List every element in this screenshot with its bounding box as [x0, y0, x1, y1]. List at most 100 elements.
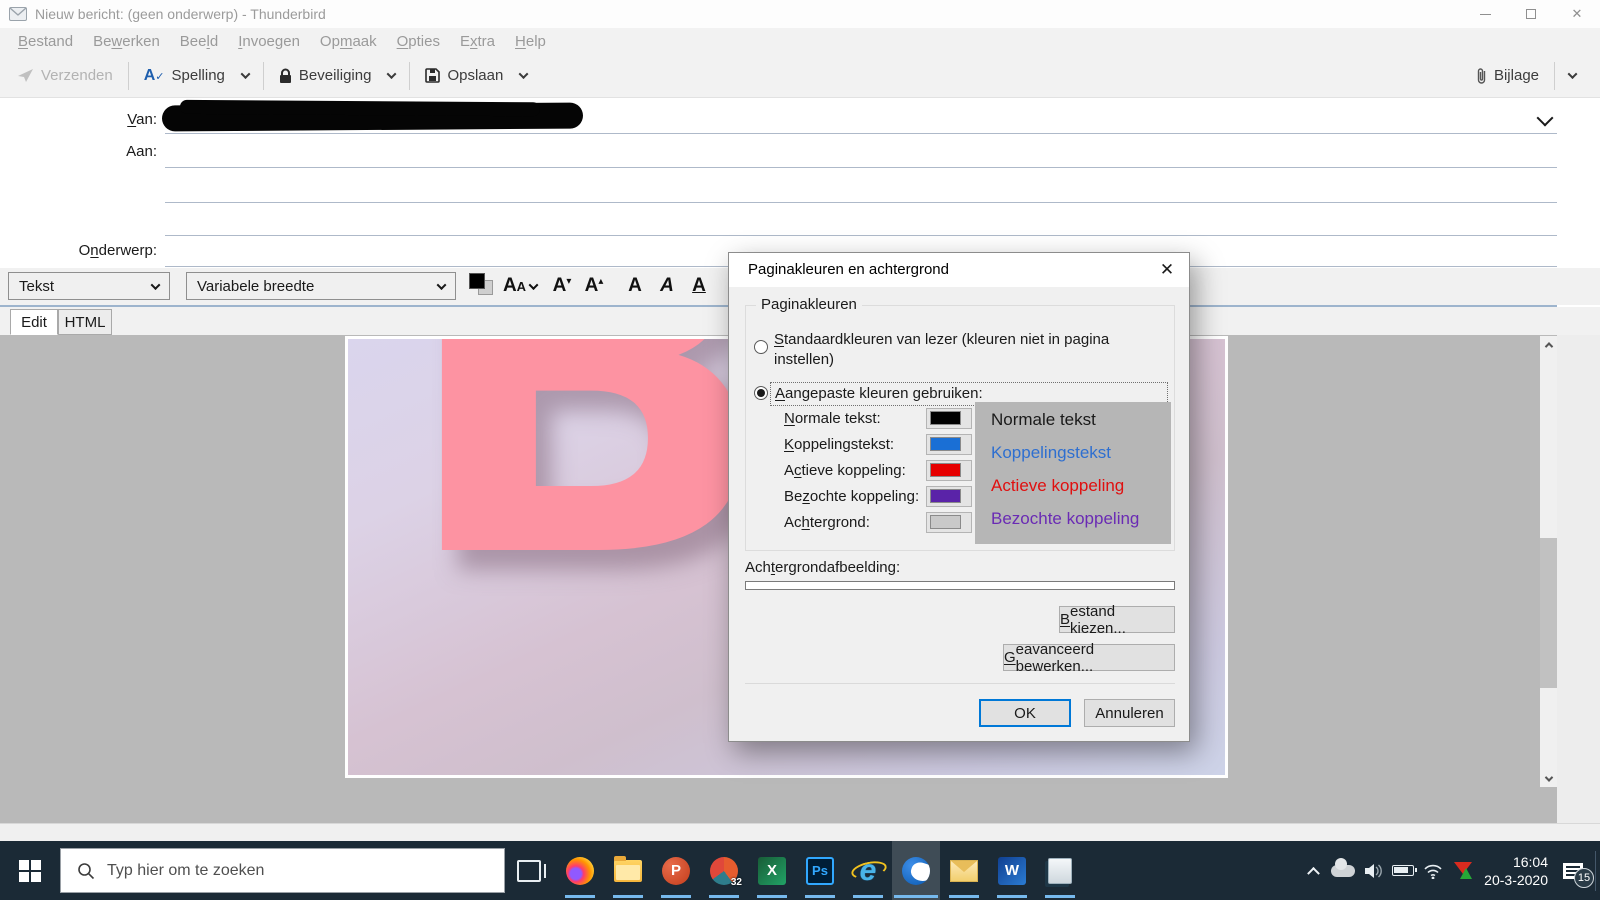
save-dropdown[interactable]: [512, 66, 535, 85]
radio-default-colors-label[interactable]: Standaardkleuren van lezer (kleuren niet…: [774, 330, 1119, 370]
radio-default-colors[interactable]: [754, 340, 768, 354]
chevron-down-icon: [529, 280, 539, 290]
menu-invoegen[interactable]: Invoegen: [228, 31, 310, 52]
visited-link-label: Bezochte koppeling:: [784, 488, 919, 505]
background-color-button[interactable]: [926, 512, 972, 533]
recipient-field[interactable]: [165, 235, 1557, 236]
desktop: Nieuw bericht: (geen onderwerp) - Thunde…: [0, 0, 1600, 900]
tray-battery[interactable]: [1388, 841, 1418, 900]
active-link-label: Actieve koppeling:: [784, 462, 906, 479]
save-button[interactable]: Opslaan: [416, 61, 512, 90]
wifi-icon: [1423, 863, 1443, 879]
toolbar-separator: [263, 62, 264, 90]
to-label: Aan:: [0, 143, 157, 160]
decrease-font-size-button[interactable]: A▾: [548, 272, 576, 300]
tray-onedrive[interactable]: [1328, 841, 1358, 900]
menu-bar: Bestand Bewerken Beeld Invoegen Opmaak O…: [0, 28, 1600, 54]
color-swatch: [930, 463, 961, 477]
close-button[interactable]: ✕: [1554, 0, 1600, 28]
compose-toolbar: Verzenden A✓ Spelling Beveiliging Opslaa…: [0, 54, 1600, 98]
tray-expand-button[interactable]: [1298, 841, 1328, 900]
show-desktop-separator[interactable]: [1595, 851, 1596, 891]
visited-link-color-button[interactable]: [926, 486, 972, 507]
from-dropdown-chevron-icon[interactable]: [1537, 110, 1554, 127]
taskbar-app-excel[interactable]: X: [748, 841, 796, 900]
active-link-color-button[interactable]: [926, 460, 972, 481]
scroll-up-button[interactable]: [1540, 336, 1557, 353]
paragraph-style-select[interactable]: Tekst: [8, 272, 170, 300]
maximize-button[interactable]: [1508, 0, 1554, 28]
excel-icon: X: [758, 857, 786, 885]
tray-volume[interactable]: [1358, 841, 1388, 900]
text-color-swatch[interactable]: [469, 273, 485, 289]
from-field[interactable]: [165, 133, 1557, 134]
close-icon: ✕: [1160, 260, 1174, 280]
taskbar-search[interactable]: [60, 848, 505, 893]
send-button[interactable]: Verzenden: [8, 61, 122, 90]
menu-opmaak[interactable]: Opmaak: [310, 31, 387, 52]
taskbar-app-mail[interactable]: [940, 841, 988, 900]
toolbar-separator: [409, 62, 410, 90]
normal-text-color-button[interactable]: [926, 408, 972, 429]
recipient-field[interactable]: [165, 202, 1557, 203]
radio-custom-colors[interactable]: [754, 386, 768, 400]
taskbar-app-explorer[interactable]: [604, 841, 652, 900]
security-dropdown[interactable]: [380, 66, 403, 85]
to-field[interactable]: [165, 167, 1557, 168]
dialog-close-button[interactable]: ✕: [1151, 256, 1183, 284]
menu-bewerken[interactable]: Bewerken: [83, 31, 170, 52]
scroll-down-button[interactable]: [1540, 770, 1557, 787]
italic-button[interactable]: A: [652, 272, 682, 300]
taskbar-app-paint32[interactable]: 32: [700, 841, 748, 900]
tray-clock[interactable]: 16:04 20-3-2020: [1484, 853, 1548, 889]
taskbar-app-photoshop[interactable]: Ps: [796, 841, 844, 900]
action-center-button[interactable]: 15: [1558, 841, 1588, 900]
start-button[interactable]: [0, 841, 60, 900]
internet-explorer-icon: e: [854, 857, 882, 885]
spelling-dropdown[interactable]: [234, 66, 257, 85]
taskbar-app-internet-explorer[interactable]: e: [844, 841, 892, 900]
scrollbar-thumb[interactable]: [1540, 538, 1557, 688]
menu-help[interactable]: Help: [505, 31, 556, 52]
menu-beeld[interactable]: Beeld: [170, 31, 228, 52]
font-size-button[interactable]: AA: [500, 272, 540, 300]
vertical-scrollbar[interactable]: [1540, 336, 1557, 787]
attachment-button[interactable]: Bijlage: [1467, 61, 1548, 91]
tray-network[interactable]: [1418, 841, 1448, 900]
underline-button[interactable]: A: [684, 272, 714, 300]
taskbar-app-word[interactable]: W: [988, 841, 1036, 900]
tab-edit[interactable]: Edit: [10, 309, 58, 335]
taskbar-app-firefox[interactable]: [556, 841, 604, 900]
running-indicator: [613, 895, 643, 898]
menu-bestand[interactable]: Bestand: [8, 31, 83, 52]
security-button[interactable]: Beveiliging: [270, 61, 381, 90]
page-colors-group: Paginakleuren Standaardkleuren van lezer…: [745, 305, 1175, 551]
powerpoint-icon: P: [662, 857, 690, 885]
taskbar-app-notepad[interactable]: [1036, 841, 1084, 900]
increase-font-size-button[interactable]: A▴: [580, 272, 608, 300]
menu-extra[interactable]: Extra: [450, 31, 505, 52]
title-bar: Nieuw bericht: (geen onderwerp) - Thunde…: [0, 0, 1600, 28]
minimize-icon: [1480, 14, 1491, 15]
minimize-button[interactable]: [1462, 0, 1508, 28]
font-select[interactable]: Variabele breedte: [186, 272, 456, 300]
choose-file-button[interactable]: Bestand kiezen...: [1059, 606, 1175, 633]
cancel-button[interactable]: Annuleren: [1084, 699, 1175, 727]
taskbar-app-thunderbird-active[interactable]: [892, 841, 940, 900]
ok-button[interactable]: OK: [979, 699, 1071, 727]
bold-button[interactable]: A: [620, 272, 650, 300]
background-image-input[interactable]: [745, 581, 1175, 590]
spelling-button[interactable]: A✓ Spelling: [135, 61, 234, 91]
advanced-edit-button[interactable]: Geavanceerd bewerken...: [1003, 644, 1175, 671]
tab-html[interactable]: HTML: [58, 309, 112, 335]
color-swatch: [930, 437, 961, 451]
tray-antivirus[interactable]: [1448, 841, 1478, 900]
task-view-button[interactable]: [505, 841, 553, 900]
search-input[interactable]: [107, 862, 467, 880]
from-label: Van:: [0, 111, 157, 128]
taskbar-app-powerpoint[interactable]: P: [652, 841, 700, 900]
menu-opties[interactable]: Opties: [387, 31, 450, 52]
status-bar: [0, 823, 1600, 841]
attachment-dropdown[interactable]: [1561, 66, 1584, 85]
link-text-color-button[interactable]: [926, 434, 972, 455]
